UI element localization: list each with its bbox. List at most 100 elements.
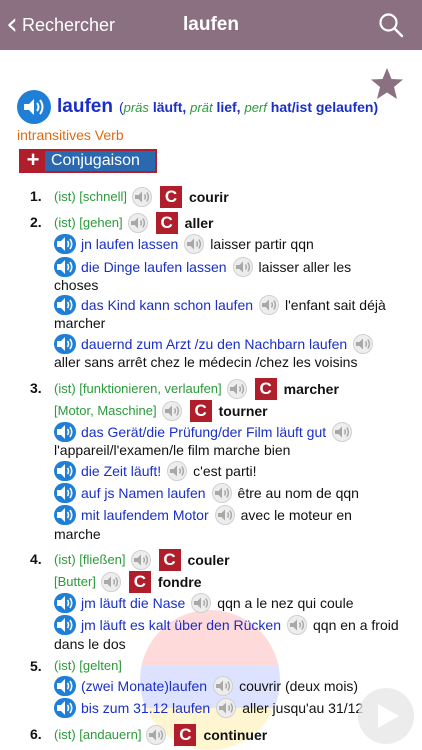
example-french-cont: choses [54, 277, 99, 293]
example-french-cont: marche [54, 526, 101, 542]
page-title: laufen [183, 14, 239, 35]
speaker-icon[interactable] [54, 295, 76, 315]
sense-meta: (ist) [andauern] [54, 727, 142, 742]
speaker-icon[interactable] [54, 505, 76, 525]
conjugation-icon[interactable]: C [159, 186, 182, 208]
sense-meta: (ist) [gelten] [54, 658, 122, 673]
speaker-icon[interactable] [145, 725, 167, 745]
speaker-icon[interactable] [258, 295, 280, 315]
sense-translation: tourner [218, 403, 268, 419]
example-french-cont: marcher [54, 315, 106, 331]
sense-translation: continuer [203, 727, 268, 743]
sense-number: 2. [30, 214, 42, 230]
example-french: être au nom de qqn [237, 485, 359, 501]
sense-number: 1. [30, 188, 42, 204]
speaker-icon[interactable] [54, 422, 76, 442]
example-german: jm läuft die Nase [81, 595, 186, 611]
conjugation-icon[interactable]: C [189, 400, 212, 422]
speaker-icon[interactable] [331, 422, 353, 442]
example-french: aller jusqu'au 31/12 [242, 700, 364, 716]
example-german: die Zeit läuft! [81, 463, 162, 479]
speaker-icon[interactable] [54, 234, 76, 254]
speaker-icon[interactable] [131, 187, 153, 207]
speaker-icon[interactable] [232, 257, 254, 277]
sense-meta: (ist) [gehen] [54, 215, 123, 230]
speaker-icon[interactable] [54, 615, 76, 635]
example-french: c'est parti! [193, 463, 257, 479]
speaker-icon[interactable] [226, 379, 248, 399]
speaker-icon[interactable] [54, 698, 76, 718]
perfect-label: perf [244, 100, 267, 115]
sense-meta: (ist) [fließen] [54, 552, 126, 567]
speaker-icon[interactable] [211, 483, 233, 503]
conjugation-icon[interactable]: C [158, 549, 181, 571]
example-german: bis zum 31.12 laufen [81, 700, 211, 716]
speaker-icon[interactable] [54, 593, 76, 613]
example-german: das Gerät/die Prüfung/der Film läuft gut [81, 424, 327, 440]
conjugation-icon[interactable]: C [128, 571, 151, 593]
speaker-icon[interactable] [286, 615, 308, 635]
grammar-forms: (präs läuft, prät lief, perf hat/ist gel… [119, 99, 378, 115]
example-french: qqn en a froid [313, 617, 399, 633]
sense-number: 5. [30, 658, 42, 674]
speaker-icon[interactable] [166, 461, 188, 481]
speaker-icon[interactable] [54, 257, 76, 277]
conjugation-icon[interactable]: C [174, 724, 197, 746]
headword: laufen [57, 96, 113, 117]
present-form: läuft, [152, 99, 187, 115]
sense-meta: [Butter] [54, 574, 96, 589]
speaker-icon[interactable] [161, 401, 183, 421]
headword-speaker-icon[interactable] [17, 90, 51, 124]
speaker-icon[interactable] [190, 593, 212, 613]
conjugation-icon[interactable]: C [254, 378, 277, 400]
sense-meta: (ist) [schnell] [54, 189, 127, 204]
example-french-cont: dans le dos [54, 636, 126, 652]
sense-meta: [Motor, Maschine] [54, 403, 157, 418]
speaker-icon[interactable] [352, 334, 374, 354]
conjugation-button[interactable]: + Conjugaison [19, 149, 157, 173]
speaker-icon[interactable] [215, 698, 237, 718]
sense-number: 4. [30, 551, 42, 567]
sense-translation: couler [187, 552, 230, 568]
example-french: qqn a le nez qui coule [217, 595, 354, 611]
speaker-icon[interactable] [127, 213, 149, 233]
example-french-cont: l'appareil/l'examen/le film marche bien [54, 442, 291, 458]
example-french: avec le moteur en [240, 507, 352, 523]
speaker-icon[interactable] [130, 550, 152, 570]
speaker-icon[interactable] [100, 572, 122, 592]
sense-number: 6. [30, 726, 42, 742]
conjugation-icon[interactable]: C [155, 212, 178, 234]
example-german: jn laufen lassen [81, 236, 179, 252]
example-german: dauernd zum Arzt /zu den Nachbarn laufen [81, 336, 348, 352]
preterite-label: prät [190, 100, 213, 115]
example-french: l'enfant sait déjà [285, 297, 386, 313]
sense-translation: fondre [157, 574, 202, 590]
example-french-cont: aller sans arrêt chez le médecin /chez l… [54, 354, 358, 370]
plus-icon: + [21, 149, 45, 172]
speaker-icon[interactable] [214, 505, 236, 525]
example-german: (zwei Monate)laufen [81, 678, 208, 694]
sense-number: 3. [30, 380, 42, 396]
conjugation-label: Conjugaison [51, 152, 140, 169]
example-french: laisser aller les [258, 259, 352, 275]
speaker-icon[interactable] [54, 461, 76, 481]
search-icon[interactable] [378, 12, 404, 38]
word-class: intransitives Verb [17, 127, 124, 143]
sense-meta: (ist) [funktionieren, verlaufen] [54, 381, 222, 396]
sense-translation: aller [184, 215, 214, 231]
speaker-icon[interactable] [212, 676, 234, 696]
example-german: mit laufendem Motor [81, 507, 209, 523]
perfect-form: hat/ist gelaufen) [270, 99, 379, 115]
example-german: jm läuft es kalt über den Rücken [81, 617, 281, 633]
example-german: die Dinge laufen lassen [81, 259, 227, 275]
play-button[interactable] [358, 688, 414, 744]
speaker-icon[interactable] [54, 676, 76, 696]
sense-translation: marcher [283, 381, 339, 397]
example-german: auf js Namen laufen [81, 485, 206, 501]
navigation-bar: ‹ Rechercher laufen [0, 0, 422, 50]
speaker-icon[interactable] [54, 483, 76, 503]
speaker-icon[interactable] [183, 234, 205, 254]
speaker-icon[interactable] [54, 334, 76, 354]
present-label: präs [123, 100, 149, 115]
entry-headword: laufen (präs läuft, prät lief, perf hat/… [17, 90, 378, 124]
